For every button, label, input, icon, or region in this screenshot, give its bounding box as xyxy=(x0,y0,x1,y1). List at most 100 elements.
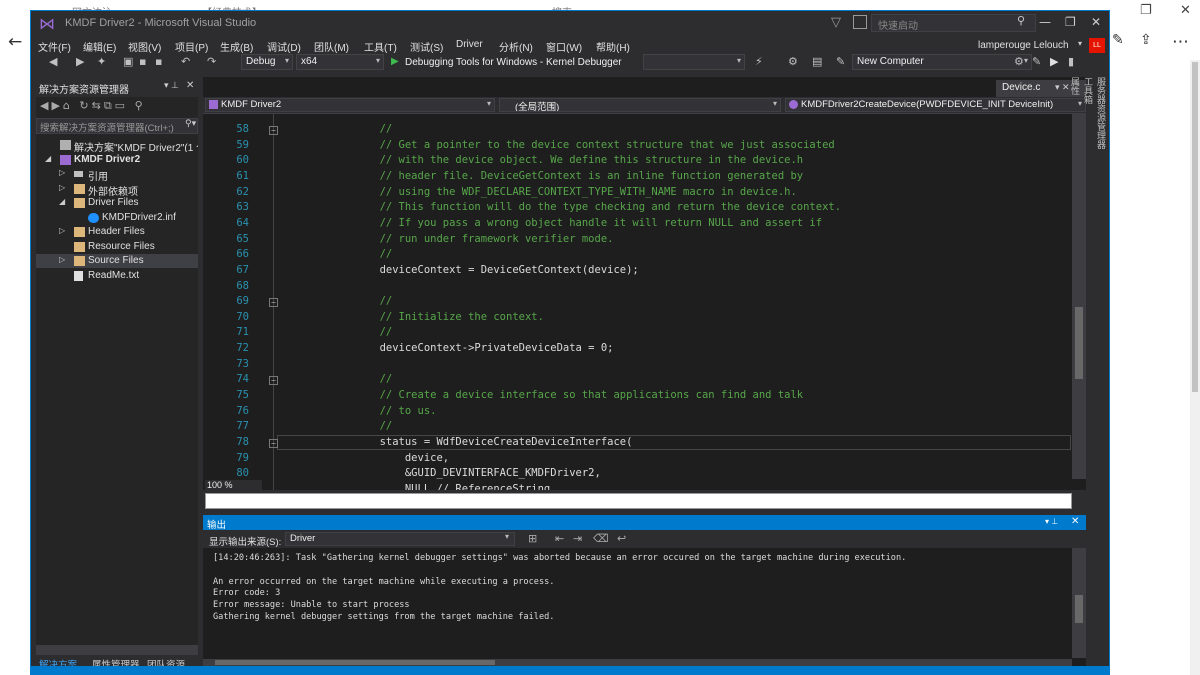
horizontal-scrollbar[interactable] xyxy=(36,645,198,655)
tree-item[interactable]: ▷ Header Files xyxy=(36,225,198,239)
code-line[interactable]: deviceContext->PrivateDeviceData = 0; xyxy=(329,342,614,354)
tab-properties[interactable]: 属性 xyxy=(1069,77,1082,255)
menu-project[interactable]: 项目(P) xyxy=(175,39,208,54)
fold-toggle-icon[interactable]: − xyxy=(269,376,278,386)
edit-icon[interactable]: ✎ xyxy=(1032,55,1041,68)
menu-analyze[interactable]: 分析(N) xyxy=(499,39,533,54)
project-select[interactable]: KMDF Driver2 ▾ xyxy=(205,98,495,112)
user-name[interactable]: lamperouge Lelouch xyxy=(978,40,1069,51)
code-line[interactable]: // If you pass a wrong object handle it … xyxy=(329,217,823,229)
code-area[interactable]: 58 // − 59 // Get a pointer to the device … xyxy=(203,114,1086,490)
fold-toggle-icon[interactable]: − xyxy=(269,126,278,135)
code-line[interactable]: // xyxy=(329,295,393,307)
menu-help[interactable]: 帮助(H) xyxy=(596,39,630,54)
play-icon[interactable]: ▶ xyxy=(1050,55,1058,68)
restore-button[interactable]: ❐ xyxy=(1065,15,1076,29)
code-line[interactable]: // with the device object. We define thi… xyxy=(329,154,804,166)
comment-icon[interactable]: ▤ xyxy=(812,55,822,68)
code-line[interactable]: // using the WDF_DECLARE_CONTEXT_TYPE_WI… xyxy=(329,186,797,198)
code-line[interactable]: // This function will do the type checki… xyxy=(329,201,841,213)
code-line[interactable]: &GUID_DEVINTERFACE_KMDFDriver2, xyxy=(329,467,601,479)
open-file-icon[interactable]: ▣ xyxy=(123,55,133,68)
target-computer-select[interactable]: New Computer ▾ xyxy=(852,54,1032,70)
chevron-down-icon[interactable]: ▾ xyxy=(1078,39,1082,48)
menu-file[interactable]: 文件(F) xyxy=(38,39,71,54)
tree-item[interactable]: ◢ KMDF Driver2 xyxy=(36,153,198,167)
close-icon[interactable]: ✕ xyxy=(186,80,194,91)
output-scroll-thumb[interactable] xyxy=(1075,595,1083,623)
code-line[interactable]: // header file. DeviceGetContext is an i… xyxy=(329,170,804,182)
step-icon[interactable]: ▮ xyxy=(1068,55,1074,68)
scope-select[interactable]: (全局范围) ▾ xyxy=(499,98,781,112)
code-line[interactable]: // to us. xyxy=(329,405,437,417)
browser-scroll-thumb[interactable] xyxy=(1192,62,1198,392)
code-line[interactable]: NULL // ReferenceString xyxy=(329,483,550,490)
configuration-select[interactable]: Debug ▾ xyxy=(241,54,293,70)
close-icon[interactable]: ▾ ✕ xyxy=(1055,82,1070,93)
expander-icon[interactable]: ▷ xyxy=(59,183,65,192)
output-horizontal-thumb[interactable] xyxy=(215,660,495,665)
code-line[interactable]: // xyxy=(329,373,393,385)
menu-driver[interactable]: Driver xyxy=(456,39,483,50)
tab-server-explorer[interactable]: 服务器资源管理器 xyxy=(1095,77,1108,255)
tree-item[interactable]: ▷ 引用 xyxy=(36,167,198,181)
share-icon[interactable]: ⇪ xyxy=(1140,32,1152,48)
tree-item[interactable]: ▷ Source Files xyxy=(36,254,198,268)
code-line[interactable]: // Create a device interface so that app… xyxy=(329,389,804,401)
menu-window[interactable]: 窗口(W) xyxy=(546,39,582,54)
tree-item[interactable]: ReadMe.txt xyxy=(36,269,198,283)
quick-launch-input[interactable]: 快速启动 xyxy=(871,14,1036,32)
function-select[interactable]: KMDFDriver2CreateDevice(PWDFDEVICE_INIT … xyxy=(785,98,1086,112)
code-line[interactable]: // xyxy=(329,123,393,135)
menu-edit[interactable]: 编辑(E) xyxy=(83,39,116,54)
code-line[interactable]: deviceContext = DeviceGetContext(device)… xyxy=(329,264,639,276)
tab-toolbox[interactable]: 工具箱 xyxy=(1082,77,1095,255)
code-line[interactable]: // Initialize the context. xyxy=(329,311,544,323)
platform-select[interactable]: x64 ▾ xyxy=(296,54,384,70)
browser-restore-button[interactable]: ❐ xyxy=(1140,3,1152,18)
expander-icon[interactable]: ▷ xyxy=(59,226,65,235)
browser-back-button[interactable]: ← xyxy=(8,32,22,52)
clear-all-icon[interactable]: ⌫ xyxy=(593,532,609,545)
code-line[interactable]: // xyxy=(329,420,393,432)
computer-icon[interactable]: ✎ xyxy=(836,55,845,68)
chevron-down-icon[interactable]: ▾ xyxy=(505,532,509,541)
forward-icon[interactable]: ▶ xyxy=(76,55,84,68)
code-line[interactable]: // xyxy=(329,248,393,260)
expander-icon[interactable]: ▷ xyxy=(59,168,65,177)
menu-build[interactable]: 生成(B) xyxy=(220,39,253,54)
search-icon[interactable]: ⚲▾ xyxy=(185,119,196,129)
avatar[interactable]: LL xyxy=(1089,38,1105,53)
menu-debug[interactable]: 调试(D) xyxy=(267,39,301,54)
filter-icon[interactable]: ▽ xyxy=(831,15,841,30)
new-project-icon[interactable]: ✦ xyxy=(97,55,106,68)
prev-message-icon[interactable]: ⇤ xyxy=(555,532,564,545)
debugger-select[interactable]: Debugging Tools for Windows - Kernel Deb… xyxy=(405,57,622,68)
redo-icon[interactable]: ↷ xyxy=(207,55,216,68)
fold-toggle-icon[interactable]: − xyxy=(269,298,278,308)
next-message-icon[interactable]: ⇥ xyxy=(573,532,582,545)
pin-icon[interactable]: ▾ ⊥ xyxy=(164,80,179,91)
word-wrap-icon[interactable]: ↩ xyxy=(617,532,626,545)
start-debugging-icon[interactable]: ▶ xyxy=(391,56,399,67)
tree-item[interactable]: 解决方案"KMDF Driver2"(1 个项目) xyxy=(36,138,198,152)
code-line[interactable]: // xyxy=(329,326,393,338)
menu-tools[interactable]: 工具(T) xyxy=(364,39,397,54)
output-source-select[interactable]: Driver xyxy=(285,532,515,546)
zoom-level[interactable]: 100 % xyxy=(205,480,262,492)
fold-toggle-icon[interactable]: − xyxy=(269,439,278,448)
code-line[interactable]: // Get a pointer to the device context s… xyxy=(329,139,835,151)
minimize-button[interactable]: — xyxy=(1039,15,1051,29)
solution-search-input[interactable]: 搜索解决方案资源管理器(Ctrl+;) ⚲▾ xyxy=(36,118,198,134)
more-icon[interactable]: ⋯ xyxy=(1172,32,1189,52)
network-icon[interactable]: ⚙ xyxy=(788,55,798,68)
code-line[interactable]: device, xyxy=(329,452,449,464)
attach-icon[interactable]: ⚡ xyxy=(755,55,763,68)
menu-test[interactable]: 测试(S) xyxy=(410,39,443,54)
debug-target-empty-select[interactable]: ▾ xyxy=(643,54,745,70)
tree-item[interactable]: ◢ Driver Files xyxy=(36,196,198,210)
code-line[interactable]: status = WdfDeviceCreateDeviceInterface( xyxy=(329,436,633,448)
search-icon[interactable]: ⚲ xyxy=(1017,14,1025,27)
expander-icon[interactable]: ◢ xyxy=(59,197,65,206)
browser-close-button[interactable]: ✕ xyxy=(1180,3,1191,18)
